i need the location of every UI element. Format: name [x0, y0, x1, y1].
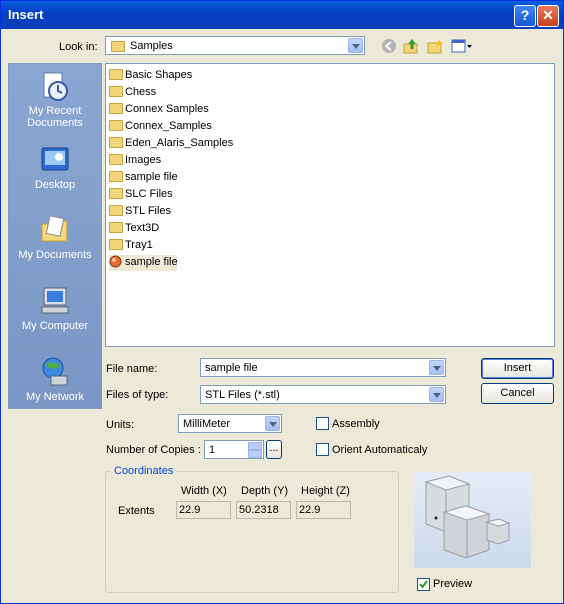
coordinates-title: Coordinates — [111, 465, 177, 477]
units-label: Units: — [106, 419, 135, 431]
width-value: 22.9 — [176, 501, 231, 519]
close-button[interactable]: ✕ — [537, 5, 559, 27]
folder-icon — [109, 205, 123, 216]
my-network-icon — [39, 356, 71, 388]
folder-icon — [109, 120, 123, 131]
chevron-down-icon[interactable] — [348, 38, 363, 53]
file-list[interactable]: Basic Shapes Chess Connex Samples Connex… — [105, 63, 555, 347]
place-my-computer[interactable]: My Computer — [9, 285, 101, 332]
cancel-button[interactable]: Cancel — [481, 383, 554, 404]
height-label: Height (Z) — [301, 485, 350, 497]
recent-documents-icon — [39, 70, 71, 102]
file-name-input[interactable]: sample file — [200, 358, 446, 377]
folder-icon — [109, 69, 123, 80]
spin-up-icon[interactable] — [248, 442, 262, 450]
assembly-checkbox[interactable] — [316, 417, 329, 430]
chevron-down-icon[interactable] — [429, 360, 444, 375]
preview-image — [414, 472, 531, 568]
look-in-dropdown[interactable]: Samples — [105, 36, 365, 55]
folder-icon — [109, 239, 123, 250]
files-of-type-dropdown[interactable]: STL Files (*.stl) — [200, 385, 446, 404]
assembly-label: Assembly — [332, 418, 380, 430]
orient-automatically-label: Orient Automaticaly — [332, 444, 428, 456]
copies-value: 1 — [209, 444, 216, 456]
chevron-down-icon[interactable] — [265, 416, 280, 431]
up-folder-icon[interactable] — [403, 38, 419, 54]
preview-checkbox[interactable] — [417, 578, 430, 591]
places-bar: My Recent Documents Desktop My Documents… — [8, 63, 102, 409]
list-item-selected[interactable]: sample file — [109, 255, 178, 271]
folder-icon — [109, 171, 123, 182]
help-button[interactable]: ? — [514, 5, 536, 27]
place-label: Desktop — [34, 179, 76, 191]
copies-label: Number of Copies : — [106, 444, 201, 456]
new-folder-icon[interactable] — [427, 38, 443, 54]
copies-more-button[interactable]: ... — [266, 440, 282, 459]
stl-file-icon — [109, 255, 122, 268]
back-icon[interactable] — [381, 38, 397, 54]
desktop-icon — [39, 144, 71, 176]
extents-label: Extents — [118, 505, 155, 517]
files-of-type-value: STL Files (*.stl) — [205, 389, 280, 401]
place-my-documents[interactable]: My Documents — [9, 214, 101, 261]
preview-label: Preview — [433, 578, 473, 590]
folder-icon — [109, 103, 123, 114]
folder-icon — [109, 188, 123, 199]
folder-icon — [109, 154, 123, 165]
place-my-network[interactable]: My Network — [9, 356, 101, 403]
place-recent-documents[interactable]: My Recent Documents — [9, 70, 101, 129]
depth-label: Depth (Y) — [241, 485, 289, 497]
look-in-value: Samples — [130, 40, 173, 52]
files-of-type-label: Files of type: — [106, 389, 169, 401]
place-label: My Computer — [21, 320, 89, 332]
insert-button[interactable]: Insert — [481, 358, 554, 379]
file-name-value: sample file — [205, 362, 258, 374]
checkmark-icon — [419, 580, 428, 589]
width-label: Width (X) — [181, 485, 227, 497]
file-name-label: File name: — [106, 363, 158, 375]
copies-stepper[interactable]: 1 — [204, 440, 264, 459]
place-label: My Recent Documents — [27, 105, 83, 129]
place-desktop[interactable]: Desktop — [9, 144, 101, 191]
height-value: 22.9 — [296, 501, 351, 519]
units-dropdown[interactable]: MilliMeter — [178, 414, 282, 433]
insert-dialog: Insert ? ✕ Look in: Samples My Recent Do… — [0, 0, 564, 604]
folder-icon — [109, 137, 123, 148]
folder-icon — [109, 222, 123, 233]
views-menu-icon[interactable] — [451, 38, 473, 54]
place-label: My Documents — [18, 249, 92, 261]
orient-automatically-checkbox[interactable] — [316, 443, 329, 456]
my-computer-icon — [39, 285, 71, 317]
folder-icon — [111, 41, 125, 52]
my-documents-icon — [39, 214, 71, 246]
spin-down-icon[interactable] — [248, 450, 262, 458]
title-bar[interactable]: Insert ? ✕ — [1, 1, 563, 29]
folder-icon — [109, 86, 123, 97]
depth-value: 50.2318 — [236, 501, 291, 519]
look-in-label: Look in: — [59, 41, 98, 53]
units-value: MilliMeter — [183, 418, 231, 430]
chevron-down-icon[interactable] — [429, 387, 444, 402]
place-label: My Network — [25, 391, 85, 403]
dialog-title: Insert — [8, 7, 44, 22]
